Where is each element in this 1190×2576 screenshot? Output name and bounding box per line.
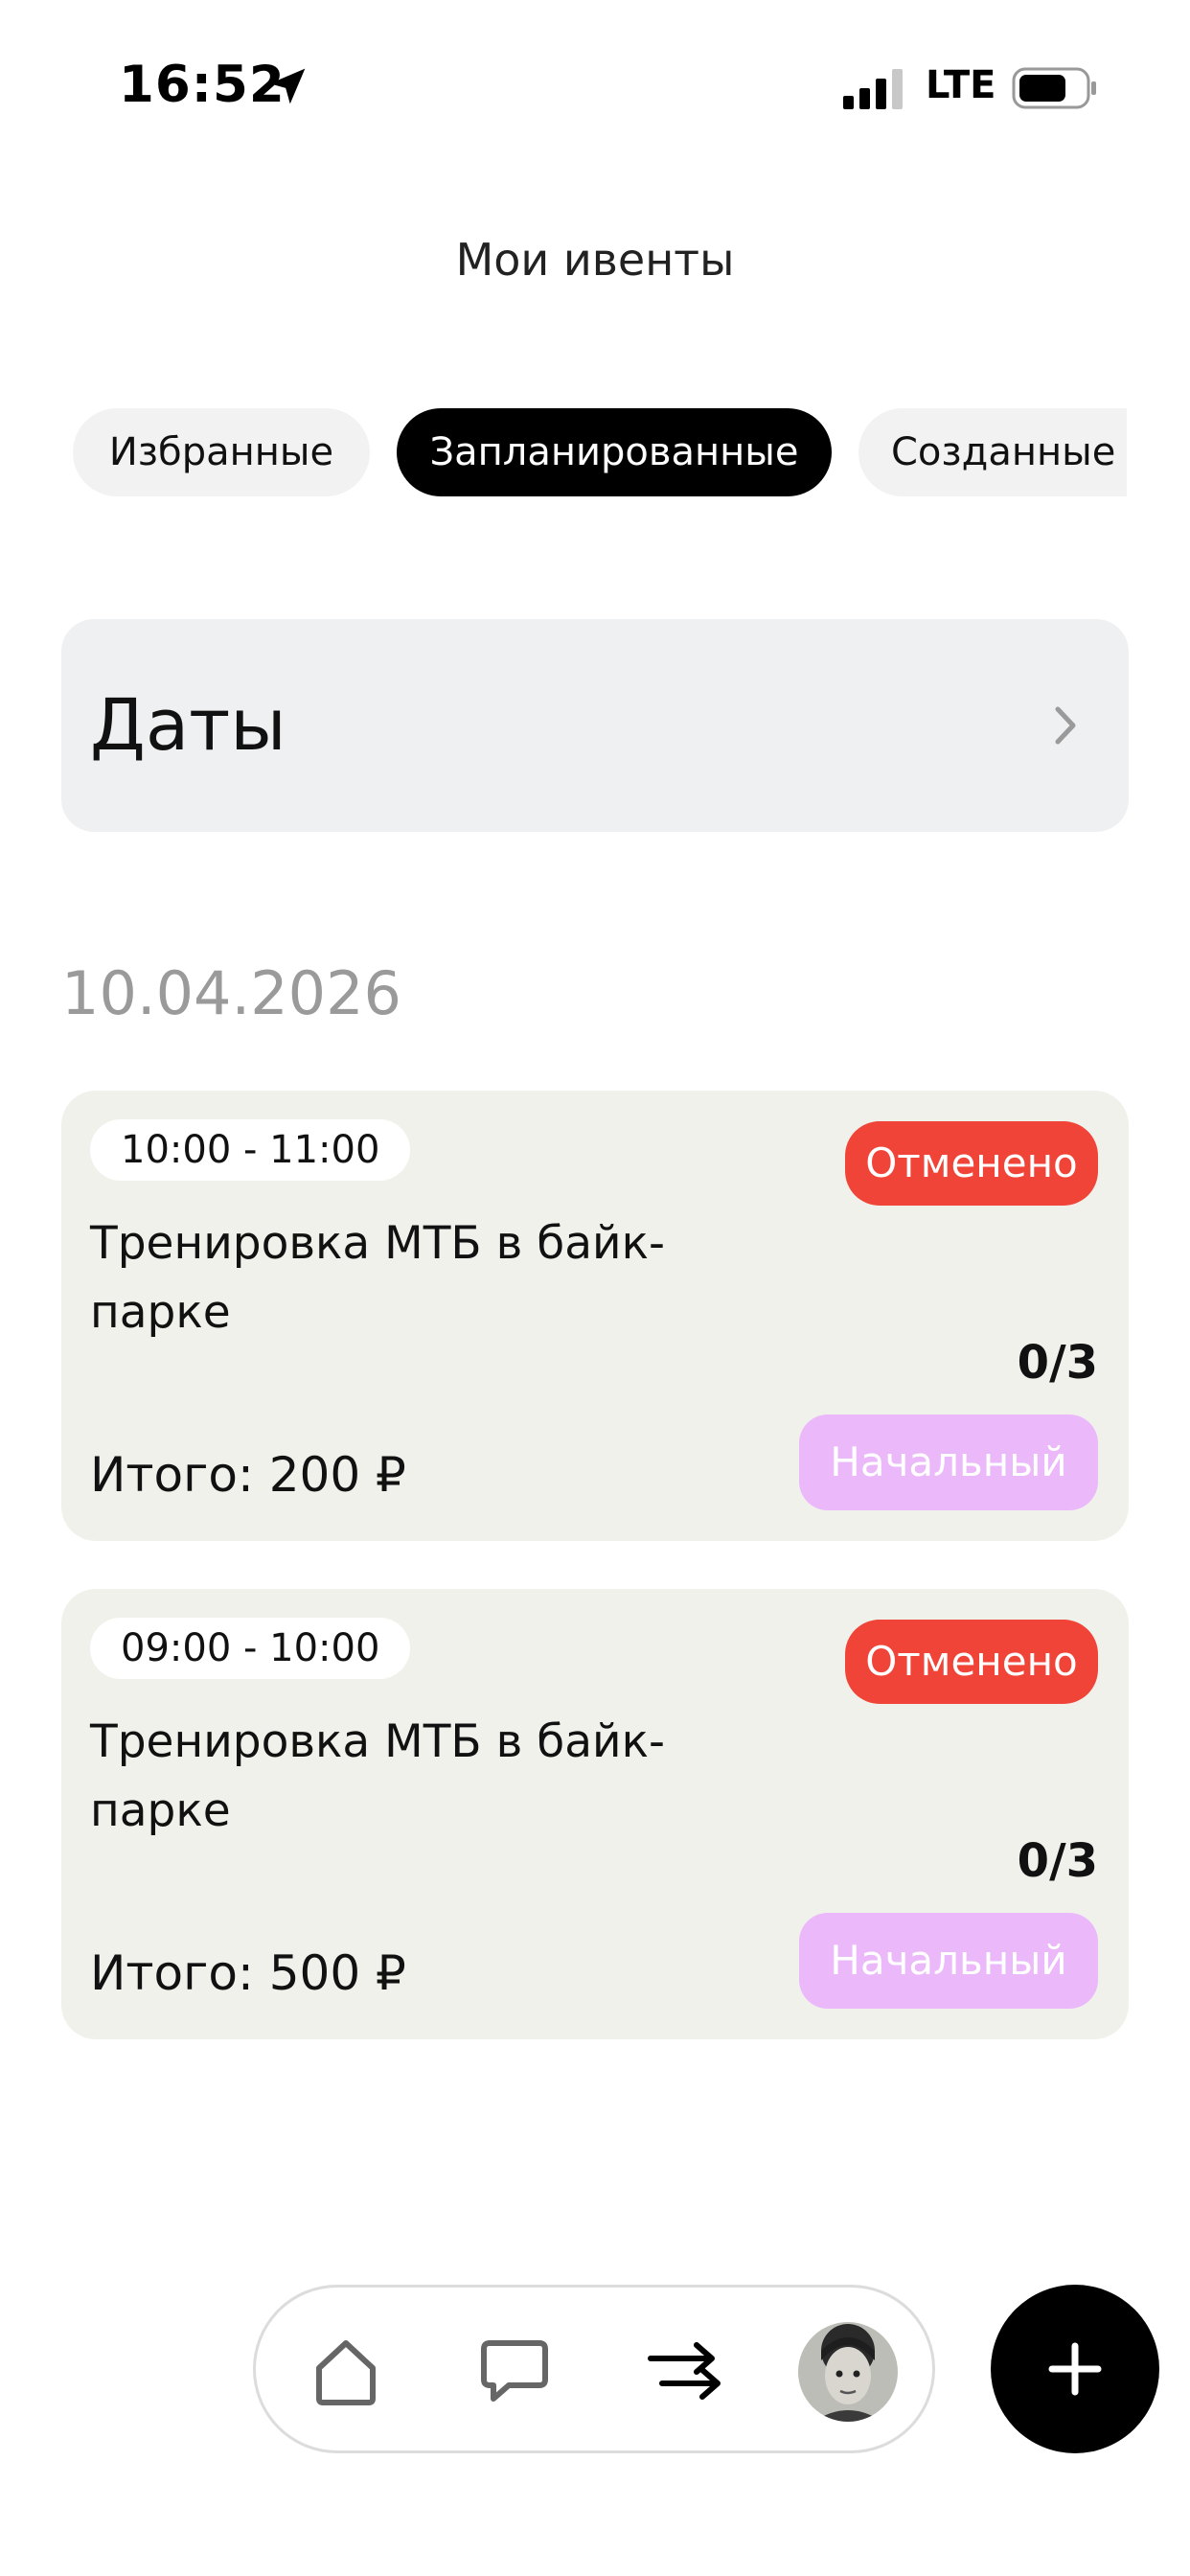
dates-filter[interactable]: Даты bbox=[61, 619, 1129, 832]
date-group-heading: 10.04.2026 bbox=[61, 958, 401, 1028]
avatar[interactable] bbox=[798, 2322, 898, 2422]
battery-icon bbox=[1012, 67, 1096, 109]
tab-created[interactable]: Созданные bbox=[858, 408, 1127, 496]
bottom-nav bbox=[253, 2285, 935, 2453]
plus-icon bbox=[1048, 2342, 1102, 2396]
event-title: Тренировка МТБ в байк-парке bbox=[90, 1715, 665, 1837]
status-time: 16:52 bbox=[119, 56, 286, 114]
participants-count: 0/3 bbox=[1017, 1336, 1098, 1390]
status-badge: Отменено bbox=[845, 1121, 1098, 1206]
status-badge: Отменено bbox=[845, 1620, 1098, 1704]
tab-planned[interactable]: Запланированные bbox=[397, 408, 832, 496]
event-time: 10:00 - 11:00 bbox=[90, 1119, 411, 1181]
add-event-button[interactable] bbox=[991, 2285, 1159, 2453]
location-arrow-icon bbox=[269, 68, 306, 104]
status-bar: 16:52 LTE bbox=[0, 0, 1190, 182]
chat-icon[interactable] bbox=[474, 2330, 555, 2410]
page-title: Мои ивенты bbox=[455, 234, 735, 286]
event-card[interactable]: 10:00 - 11:00 Отменено Тренировка МТБ в … bbox=[61, 1091, 1129, 1541]
level-badge: Начальный bbox=[799, 1913, 1098, 2009]
event-total-price: Итого: 500 ₽ bbox=[90, 1945, 406, 2001]
home-icon[interactable] bbox=[306, 2330, 386, 2410]
dates-filter-label: Даты bbox=[90, 684, 286, 767]
signal-icon bbox=[843, 69, 903, 109]
chevron-right-icon bbox=[1055, 706, 1076, 745]
event-card[interactable]: 09:00 - 10:00 Отменено Тренировка МТБ в … bbox=[61, 1589, 1129, 2039]
transfer-arrows-icon[interactable] bbox=[643, 2330, 723, 2410]
participants-count: 0/3 bbox=[1017, 1834, 1098, 1888]
tabs-row: Избранные Запланированные Созданные bbox=[73, 408, 1127, 496]
event-total-price: Итого: 200 ₽ bbox=[90, 1447, 406, 1503]
tab-favorites[interactable]: Избранные bbox=[73, 408, 370, 496]
network-label: LTE bbox=[926, 63, 996, 107]
event-time: 09:00 - 10:00 bbox=[90, 1618, 411, 1679]
level-badge: Начальный bbox=[799, 1414, 1098, 1510]
event-title: Тренировка МТБ в байк-парке bbox=[90, 1217, 665, 1339]
